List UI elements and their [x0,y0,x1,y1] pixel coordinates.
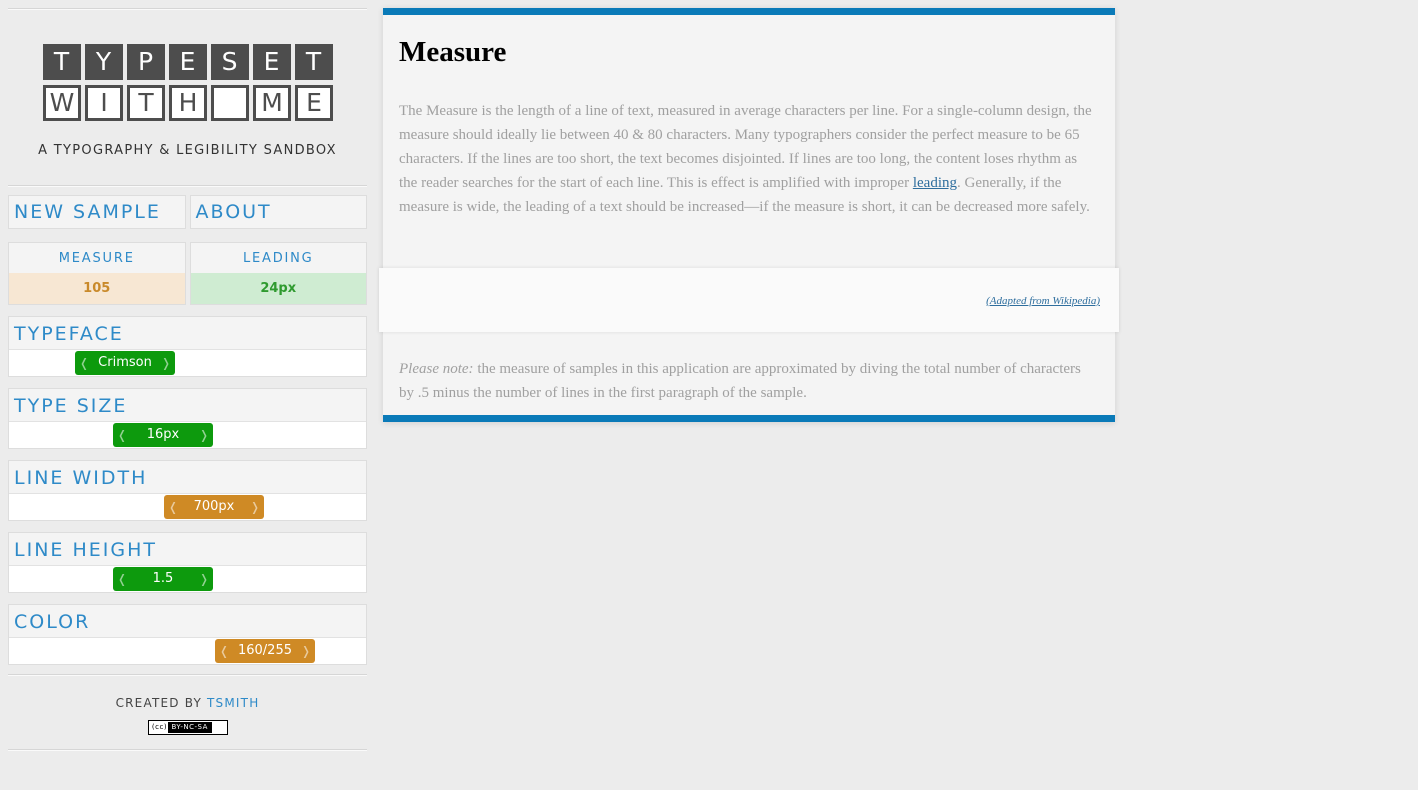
attribution-link[interactable]: (Adapted from Wikipedia) [986,295,1100,307]
chevron-right-icon: ❭ [300,644,311,658]
measure-label: MEASURE [9,243,185,273]
logo-row-typeset: T Y P E S E T [8,44,367,80]
leading-stat: LEADING 24px [189,242,367,305]
article-body: The Measure is the length of a line of t… [399,99,1099,219]
attribution-box: (Adapted from Wikipedia) [379,268,1119,332]
chevron-right-icon: ❭ [160,356,171,370]
line-height-title: LINE HEIGHT [9,533,366,566]
line-width-title: LINE WIDTH [9,461,366,494]
nav: NEW SAMPLE ABOUT [8,195,367,229]
type-size-slider-handle[interactable]: ❬ 16px ❭ [113,423,213,447]
measure-value: 105 [9,273,185,304]
typeface-title: TYPEFACE [9,317,366,350]
tagline: A TYPOGRAPHY & LEGIBILITY SANDBOX [38,143,337,158]
license-label: BY-NC-SA [167,722,212,733]
chevron-left-icon: ❬ [117,428,128,442]
type-size-control: TYPE SIZE ❬ 16px ❭ [8,388,367,449]
logo-letter: T [42,44,81,80]
cc-icon: (cc) [151,723,168,731]
logo-row-with-me: W I T H M E [9,85,367,121]
leading-value: 24px [190,273,366,304]
chevron-left-icon: ❬ [168,500,179,514]
divider [8,185,367,187]
logo-letter: P [126,44,165,80]
author-link[interactable]: TSMITH [207,696,259,710]
line-width-slider-track[interactable]: ❬ 700px ❭ [9,494,366,520]
type-size-value: 16px [146,427,180,442]
logo-letter: M [253,85,291,121]
color-value: 160/255 [237,643,292,658]
chevron-right-icon: ❭ [198,428,209,442]
type-size-title: TYPE SIZE [9,389,366,422]
line-height-value: 1.5 [152,571,174,586]
chevron-right-icon: ❭ [249,500,260,514]
chevron-left-icon: ❬ [79,356,90,370]
color-slider-handle[interactable]: ❬ 160/255 ❭ [215,639,315,663]
line-height-control: LINE HEIGHT ❬ 1.5 ❭ [8,532,367,593]
chevron-left-icon: ❬ [117,572,128,586]
typeface-slider-track[interactable]: ❬ Crimson ❭ [9,350,366,376]
logo-letter: S [210,44,249,80]
leading-link[interactable]: leading [913,175,957,191]
logo-letter [211,85,249,121]
logo-letter: T [294,44,333,80]
divider [8,674,367,676]
typeface-control: TYPEFACE ❬ Crimson ❭ [8,316,367,377]
line-height-slider-track[interactable]: ❬ 1.5 ❭ [9,566,366,592]
logo-letter: Y [84,44,123,80]
leading-label: LEADING [190,243,366,273]
logo-letter: T [127,85,165,121]
logo-letter: W [43,85,81,121]
sample-card: Measure The Measure is the length of a l… [379,8,1119,422]
credits-prefix: CREATED BY [115,696,208,710]
about-button[interactable]: ABOUT [189,195,367,229]
measure-stat: MEASURE 105 [8,242,186,305]
line-height-slider-handle[interactable]: ❬ 1.5 ❭ [113,567,213,591]
note-label: Please note: [399,361,474,377]
sidebar: T Y P E S E T W I T H M E A TYPOGRAPHY &… [8,8,367,751]
cc-license-badge[interactable]: (cc) BY-NC-SA [147,720,228,735]
logo-letter: E [295,85,333,121]
note-text: the measure of samples in this applicati… [399,361,1081,401]
logo-letter: I [85,85,123,121]
color-control: COLOR ❬ 160/255 ❭ [8,604,367,665]
color-title: COLOR [9,605,366,638]
divider [8,749,367,751]
line-width-slider-handle[interactable]: ❬ 700px ❭ [164,495,264,519]
chevron-right-icon: ❭ [198,572,209,586]
logo-letter: E [252,44,291,80]
line-width-control: LINE WIDTH ❬ 700px ❭ [8,460,367,521]
new-sample-button[interactable]: NEW SAMPLE [8,195,186,229]
article-title: Measure [399,36,507,68]
typeface-slider-handle[interactable]: ❬ Crimson ❭ [75,351,175,375]
chevron-left-icon: ❬ [219,644,230,658]
note: Please note: the measure of samples in t… [399,357,1099,405]
credits-line: CREATED BY TSMITH [8,696,367,710]
stats: MEASURE 105 LEADING 24px [8,242,367,305]
typeface-value: Crimson [98,355,152,370]
color-slider-track[interactable]: ❬ 160/255 ❭ [9,638,366,664]
credits: CREATED BY TSMITH (cc) BY-NC-SA [8,685,367,749]
logo-letter: E [168,44,207,80]
type-size-slider-track[interactable]: ❬ 16px ❭ [9,422,366,448]
logo-letter: H [169,85,207,121]
logo: T Y P E S E T W I T H M E A TYPOGRAPHY &… [8,10,367,185]
line-width-value: 700px [193,499,235,514]
